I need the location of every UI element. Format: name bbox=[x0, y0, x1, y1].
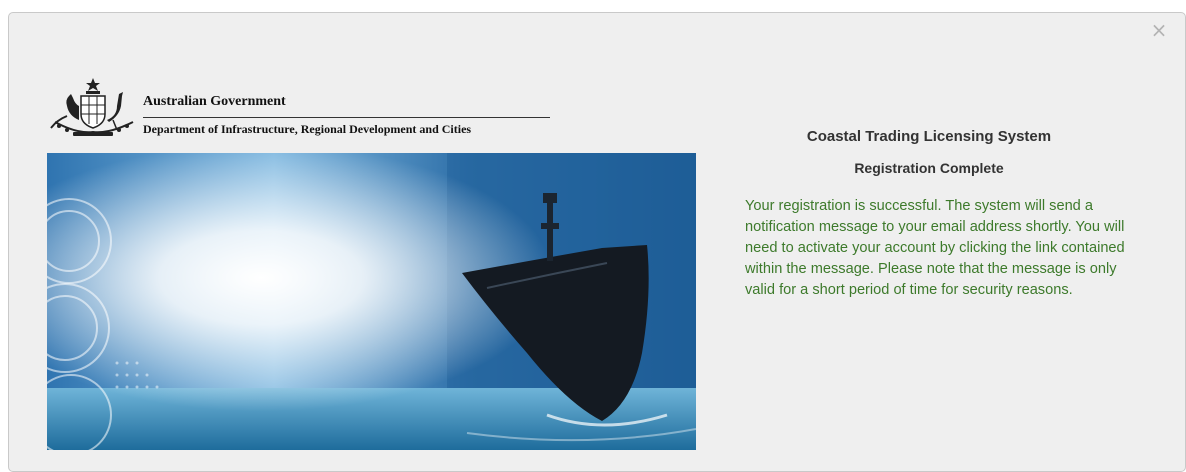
registration-message: Your registration is successful. The sys… bbox=[745, 198, 1125, 298]
close-icon[interactable]: × bbox=[1147, 18, 1171, 42]
registration-title: Registration Complete bbox=[854, 160, 1004, 176]
government-name: Australian Government bbox=[143, 94, 286, 109]
system-title: Coastal Trading Licensing System bbox=[806, 128, 1052, 145]
department-name: Department of Infrastructure, Regional D… bbox=[143, 122, 472, 136]
australian-coat-of-arms-icon bbox=[50, 78, 134, 136]
ship-banner-image bbox=[47, 153, 696, 450]
header-divider bbox=[143, 117, 550, 118]
